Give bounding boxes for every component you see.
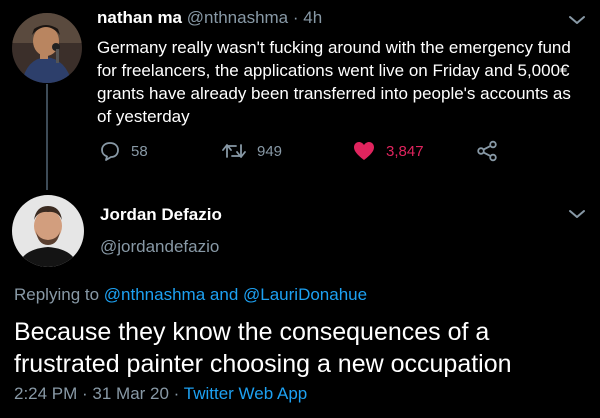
tweet-header: nathan ma @nthnashma · 4h — [97, 8, 322, 28]
speech-bubble-icon — [101, 142, 119, 161]
tweet-author-avatar[interactable] — [12, 13, 82, 83]
chevron-down-icon[interactable] — [568, 14, 586, 26]
mention-link[interactable]: @LauriDonahue — [243, 285, 367, 304]
thread-connector-line — [46, 84, 48, 190]
reply-author-name[interactable]: Jordan Defazio — [100, 205, 222, 225]
tweet-author-name[interactable]: nathan ma — [97, 8, 182, 27]
reply-button[interactable]: 58 — [99, 140, 148, 162]
tweet-author-handle[interactable]: @nthnashma — [187, 8, 288, 27]
reply-timestamp[interactable]: 2:24 PM · 31 Mar 20 · — [14, 384, 179, 403]
tweet-time-separator: · — [292, 8, 299, 27]
reply-author-avatar[interactable] — [12, 195, 84, 267]
reply-author-handle[interactable]: @jordandefazio — [100, 237, 219, 257]
reply-source-link[interactable]: Twitter Web App — [184, 384, 307, 403]
chevron-down-icon[interactable] — [568, 208, 586, 220]
retweet-count: 949 — [257, 142, 283, 160]
replying-conjunction: and — [209, 285, 239, 304]
retweet-button[interactable]: 949 — [221, 140, 282, 162]
like-count: 3,847 — [386, 142, 424, 160]
share-button[interactable] — [475, 140, 509, 162]
share-icon — [477, 140, 497, 162]
reply-text: Because they know the consequences of a … — [14, 318, 512, 378]
mention-link[interactable]: @nthnashma — [104, 285, 205, 304]
reply-count: 58 — [131, 142, 148, 160]
replying-to-line: Replying to @nthnashma and @LauriDonahue — [14, 285, 367, 305]
tweet-action-bar: 58 949 3,847 — [97, 140, 517, 166]
retweet-arrows-icon — [222, 144, 246, 158]
replying-to-label: Replying to — [14, 285, 100, 304]
reply-metadata: 2:24 PM · 31 Mar 20 · Twitter Web App — [14, 384, 307, 404]
tweet-time[interactable]: 4h — [303, 8, 322, 27]
like-button[interactable]: 3,847 — [352, 140, 424, 162]
heart-icon — [354, 142, 374, 160]
tweet-text: Germany really wasn't fucking around wit… — [97, 38, 571, 126]
